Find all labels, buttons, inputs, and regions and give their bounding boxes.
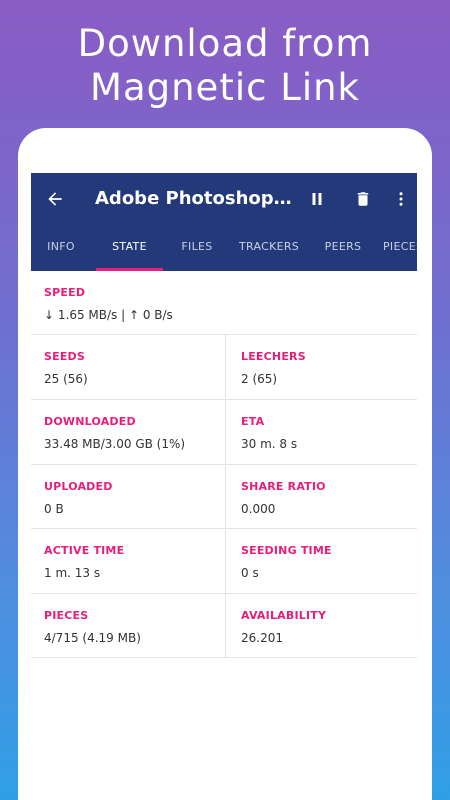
tab-state[interactable]: STATE [96,225,163,271]
pieces-value: 4/715 (4.19 MB) [44,631,141,645]
divider [31,593,417,594]
share-ratio-value: 0.000 [241,502,276,516]
leechers-cell: LEECHERS 2 (65) [241,350,306,386]
availability-cell: AVAILABILITY 26.201 [241,609,326,645]
seeds-cell: SEEDS 25 (56) [44,350,88,386]
uploaded-value: 0 B [44,502,64,516]
seeding-time-label: SEEDING TIME [241,544,332,557]
tab-trackers[interactable]: TRACKERS [231,225,307,271]
more-vertical-icon[interactable] [387,185,415,213]
downloaded-value: 33.48 MB/3.00 GB (1%) [44,437,186,451]
uploaded-cell: UPLOADED 0 B [44,480,113,516]
eta-cell: ETA 30 m. 8 s [241,415,297,451]
headline-line-1: Download from [77,22,373,65]
active-time-value: 1 m. 13 s [44,566,101,580]
torrent-title: Adobe Photoshop CC... [95,188,295,209]
seeding-time-value: 0 s [241,566,259,580]
eta-label: ETA [241,415,265,428]
trash-icon[interactable] [349,185,377,213]
downloaded-cell: DOWNLOADED 33.48 MB/3.00 GB (1%) [44,415,185,451]
pieces-label: PIECES [44,609,89,622]
seeds-label: SEEDS [44,350,86,363]
eta-value: 30 m. 8 s [241,437,298,451]
uploaded-label: UPLOADED [44,480,113,493]
pause-icon[interactable] [303,185,331,213]
seeding-time-cell: SEEDING TIME 0 s [241,544,332,580]
divider [31,334,417,335]
divider [31,528,417,529]
speed-value: ↓ 1.65 MB/s | ↑ 0 B/s [44,308,173,322]
divider [31,399,417,400]
availability-label: AVAILABILITY [241,609,327,622]
divider [31,657,417,658]
leechers-label: LEECHERS [241,350,306,363]
tab-peers[interactable]: PEERS [315,225,371,271]
speed-cell: SPEED ↓ 1.65 MB/s | ↑ 0 B/s [44,286,173,322]
share-ratio-label: SHARE RATIO [241,480,326,493]
tab-files[interactable]: FILES [171,225,223,271]
active-time-cell: ACTIVE TIME 1 m. 13 s [44,544,124,580]
availability-value: 26.201 [241,631,283,645]
tab-pieces[interactable]: PIECES [383,225,417,271]
headline-line-2: Magnetic Link [90,66,360,109]
tab-info[interactable]: INFO [35,225,87,271]
divider [31,464,417,465]
speed-label: SPEED [44,286,86,299]
share-ratio-cell: SHARE RATIO 0.000 [241,480,326,516]
column-divider [225,334,226,657]
downloaded-label: DOWNLOADED [44,415,136,428]
tab-bar: INFO STATE FILES TRACKERS PEERS PIECES [31,225,417,271]
arrow-left-icon[interactable] [41,185,69,213]
seeds-value: 25 (56) [44,372,88,386]
phone-screen: Adobe Photoshop CC... INFO STATE FILES T… [18,128,432,800]
promo-headline: Download from Magnetic Link [0,22,450,110]
active-time-label: ACTIVE TIME [44,544,125,557]
leechers-value: 2 (65) [241,372,278,386]
app-bar: Adobe Photoshop CC... INFO STATE FILES T… [31,173,417,271]
toolbar: Adobe Photoshop CC... [31,173,417,225]
pieces-cell: PIECES 4/715 (4.19 MB) [44,609,141,645]
